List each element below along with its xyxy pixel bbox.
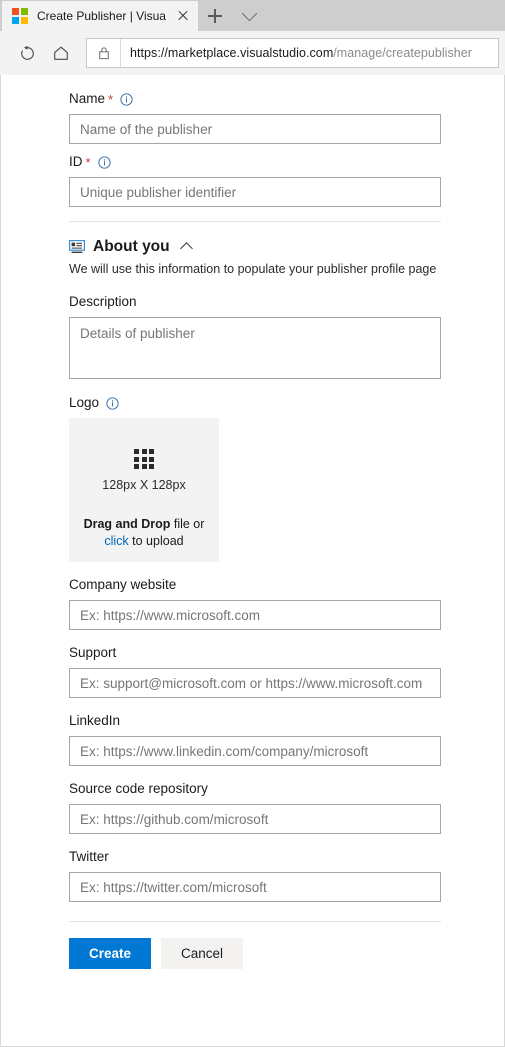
new-tab-button[interactable] (198, 1, 232, 31)
chevron-up-icon[interactable] (179, 242, 193, 255)
drag-and-drop-text: Drag and Drop (83, 517, 171, 531)
home-button[interactable] (44, 36, 78, 70)
url-path: /manage/createpublisher (333, 46, 473, 60)
field-source-code-repository: Source code repository (69, 781, 442, 834)
address-bar-url: https://marketplace.visualstudio.com/man… (121, 46, 472, 60)
lock-icon (98, 47, 109, 60)
site-security-button[interactable] (87, 39, 121, 67)
label-logo: Logo (69, 395, 442, 411)
tab-strip: Create Publisher | Visua (0, 0, 505, 31)
label-logo-text: Logo (69, 395, 100, 410)
required-asterisk: * (85, 154, 91, 170)
label-id: ID * (69, 154, 442, 170)
info-icon[interactable] (97, 155, 111, 169)
about-you-title: About you (93, 238, 170, 255)
microsoft-logo-icon (12, 8, 28, 24)
logo-upload-link[interactable]: click (104, 534, 128, 548)
address-bar[interactable]: https://marketplace.visualstudio.com/man… (86, 38, 499, 68)
field-support: Support (69, 645, 442, 698)
label-company-website: Company website (69, 577, 442, 593)
label-description: Description (69, 294, 442, 310)
field-twitter: Twitter (69, 849, 442, 902)
contact-card-icon (69, 240, 85, 253)
chevron-down-icon (241, 5, 257, 22)
label-support: Support (69, 645, 442, 661)
create-button[interactable]: Create (69, 938, 151, 969)
create-publisher-form: Name * ID * (1, 75, 504, 983)
browser-tab-create-publisher[interactable]: Create Publisher | Visua (2, 1, 198, 31)
linkedin-input[interactable] (69, 736, 441, 766)
label-support-text: Support (69, 645, 117, 660)
about-you-section-header[interactable]: About you (69, 238, 442, 256)
reload-button[interactable] (10, 36, 44, 70)
cancel-button[interactable]: Cancel (161, 938, 243, 969)
drag-rest-text: file or (170, 517, 205, 531)
about-you-subtitle: We will use this information to populate… (69, 262, 437, 276)
field-logo: Logo 128px X 128px Drag and Drop file or (69, 395, 442, 562)
plus-icon (208, 9, 222, 23)
field-name: Name * (69, 91, 442, 144)
description-textarea[interactable] (69, 317, 441, 379)
logo-dropzone[interactable]: 128px X 128px Drag and Drop file or clic… (69, 418, 219, 562)
logo-drop-instructions: Drag and Drop file or click to upload (84, 516, 205, 550)
field-description: Description (69, 294, 442, 379)
label-company-website-text: Company website (69, 577, 177, 592)
click-rest-text: to upload (128, 534, 184, 548)
browser-window: Create Publisher | Visua https://marketp… (0, 0, 505, 1047)
required-asterisk: * (108, 91, 114, 107)
company-website-input[interactable] (69, 600, 441, 630)
browser-toolbar: https://marketplace.visualstudio.com/man… (0, 31, 505, 75)
url-host: https://marketplace.visualstudio.com (130, 46, 334, 60)
logo-dimensions: 128px X 128px (102, 478, 186, 492)
support-input[interactable] (69, 668, 441, 698)
label-name-text: Name (69, 91, 106, 106)
home-icon (54, 46, 68, 60)
label-twitter: Twitter (69, 849, 442, 865)
label-twitter-text: Twitter (69, 849, 109, 864)
reload-icon (20, 45, 34, 60)
close-icon[interactable] (174, 7, 192, 25)
field-company-website: Company website (69, 577, 442, 630)
label-source-code-repository: Source code repository (69, 781, 442, 797)
id-input[interactable] (69, 177, 441, 207)
twitter-input[interactable] (69, 872, 441, 902)
source-code-repository-input[interactable] (69, 804, 441, 834)
section-divider (69, 221, 441, 222)
name-input[interactable] (69, 114, 441, 144)
form-actions: Create Cancel (69, 922, 442, 983)
label-linkedin-text: LinkedIn (69, 713, 121, 728)
label-name: Name * (69, 91, 442, 107)
label-description-text: Description (69, 294, 137, 309)
field-id: ID * (69, 154, 442, 207)
info-icon[interactable] (106, 396, 119, 410)
field-linkedin: LinkedIn (69, 713, 442, 766)
tab-title: Create Publisher | Visua (37, 9, 166, 23)
tab-list-button[interactable] (232, 1, 266, 31)
label-id-text: ID (69, 154, 83, 169)
label-linkedin: LinkedIn (69, 713, 442, 729)
label-source-code-repository-text: Source code repository (69, 781, 208, 796)
grid-icon (134, 449, 154, 469)
page-viewport: Name * ID * (0, 75, 505, 1047)
info-icon[interactable] (120, 92, 133, 106)
